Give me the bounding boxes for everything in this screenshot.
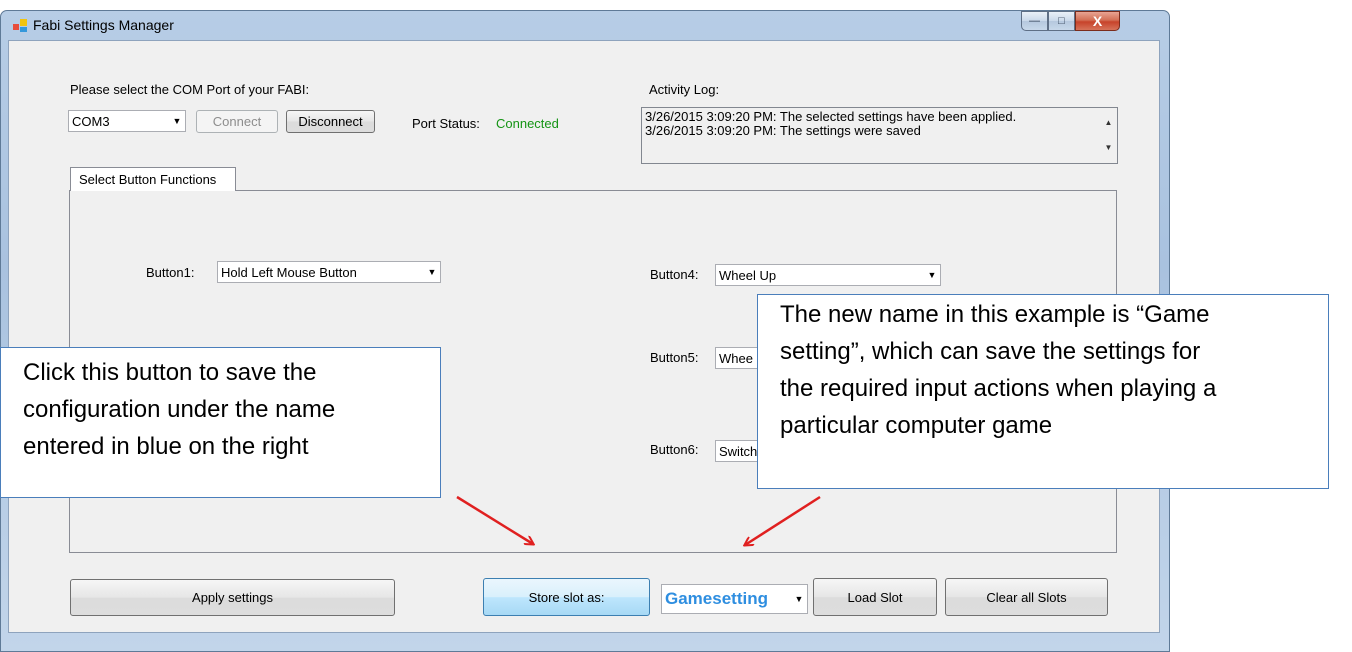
annotation-arrows (456, 495, 821, 650)
arrow-to-slot-name (745, 495, 821, 545)
arrow-to-store-button (456, 495, 533, 544)
